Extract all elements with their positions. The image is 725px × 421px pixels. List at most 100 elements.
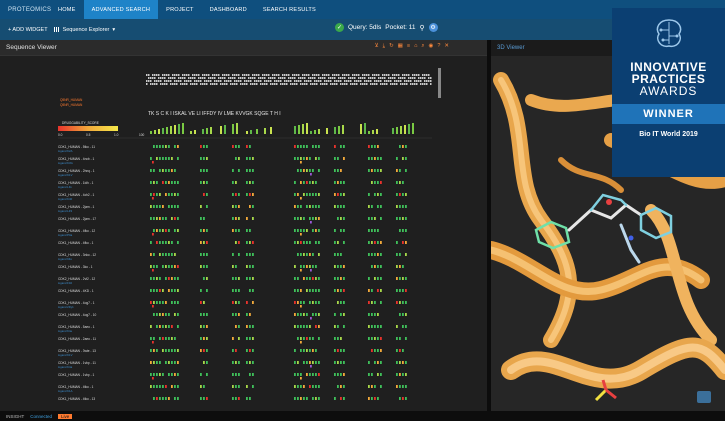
- residue-cell: [303, 313, 305, 316]
- overview-mark: [384, 74, 386, 76]
- residue-cell: [318, 337, 320, 340]
- residue-cell: [337, 241, 339, 244]
- refresh-icon[interactable]: ↻: [389, 43, 394, 50]
- residue-cell: [334, 241, 336, 244]
- residue-cell: [309, 241, 311, 244]
- residue-cell: [165, 217, 167, 220]
- overview-mark: [164, 83, 166, 85]
- overview-mark: [246, 83, 248, 85]
- residue-cell: [310, 365, 312, 368]
- residue-cell: [402, 277, 404, 280]
- overview-mark: [174, 77, 176, 79]
- nav-tab-0[interactable]: HOME: [50, 0, 84, 19]
- overview-mark: [218, 74, 220, 76]
- overview-mark: [204, 80, 206, 82]
- residue-cell: [168, 325, 170, 328]
- overview-mark: [296, 74, 298, 76]
- residue-cell: [203, 181, 205, 184]
- residue-cell: [168, 229, 170, 232]
- residue-cell: [309, 349, 311, 352]
- overview-mark: [284, 80, 286, 82]
- residue-cell: [380, 349, 382, 352]
- residue-cell: [200, 325, 202, 328]
- eye-icon[interactable]: ◉: [429, 43, 434, 50]
- overview-mark: [428, 74, 430, 76]
- residue-cell: [203, 157, 205, 160]
- residue-cell: [294, 205, 296, 208]
- settings-icon[interactable]: ⚙: [428, 23, 438, 32]
- widget-select[interactable]: Sequence Explorer ▾: [53, 27, 115, 33]
- profile-bar: [298, 125, 300, 134]
- status-live-badge[interactable]: Live: [58, 413, 73, 419]
- nav-tab-3[interactable]: DASHBOARD: [202, 0, 255, 19]
- residue-cell: [232, 289, 234, 292]
- residue-cell: [337, 349, 339, 352]
- overview-mark: [320, 80, 322, 82]
- lock-icon[interactable]: ⌂: [414, 43, 417, 50]
- overview-mark: [384, 83, 386, 85]
- residue-cell: [306, 289, 308, 292]
- residue-cell: [402, 385, 404, 388]
- award-line-3: AWARDS: [639, 84, 698, 98]
- overview-mark: [288, 80, 290, 82]
- fullscreen-icon[interactable]: [697, 391, 711, 403]
- nav-tab-4[interactable]: SEARCH RESULTS: [255, 0, 324, 19]
- residue-cell: [153, 193, 155, 196]
- residue-cell: [303, 241, 305, 244]
- overview-mark: [224, 74, 226, 76]
- overview-mark: [414, 80, 416, 82]
- residue-cell: [232, 205, 234, 208]
- residue-cell: [334, 313, 336, 316]
- residue-cell: [399, 217, 401, 220]
- residue-cell: [377, 253, 379, 256]
- residue-cell: [174, 313, 176, 316]
- overview-mark: [244, 74, 246, 76]
- overview-mark: [208, 77, 210, 79]
- filter-icon[interactable]: ⊻: [375, 43, 379, 50]
- residue-cell: [162, 325, 164, 328]
- residue-cell: [203, 313, 205, 316]
- residue-cell: [232, 313, 234, 316]
- residue-cell: [368, 229, 370, 232]
- zoom-icon[interactable]: ⌕: [421, 43, 424, 50]
- residue-cell: [150, 337, 152, 340]
- residue-cell: [156, 301, 158, 304]
- overview-mark: [300, 83, 302, 85]
- overview-mark: [242, 83, 244, 85]
- residue-cell: [377, 313, 379, 316]
- close-icon[interactable]: ✕: [444, 43, 449, 50]
- overview-mark: [342, 83, 344, 85]
- chart-icon[interactable]: ▦: [398, 43, 403, 50]
- add-widget-button[interactable]: + ADD WIDGET: [0, 27, 54, 33]
- profile-bar: [174, 125, 176, 134]
- residue-cell: [246, 277, 248, 280]
- residue-cell: [303, 349, 305, 352]
- align-icon[interactable]: ≡: [407, 43, 410, 50]
- overview-mark: [190, 83, 192, 85]
- nav-tab-2[interactable]: PROJECT: [158, 0, 202, 19]
- residue-cell: [343, 289, 345, 292]
- residue-cell: [312, 145, 314, 148]
- overview-mark: [174, 74, 176, 76]
- overview-mark: [320, 83, 322, 85]
- app-logo[interactable]: PROTEOMICS: [0, 0, 51, 19]
- residue-cell: [249, 169, 251, 172]
- overview-mark: [348, 77, 350, 79]
- location-pin-icon[interactable]: ⚲: [419, 24, 424, 32]
- residue-cell: [371, 325, 373, 328]
- residue-cell: [162, 385, 164, 388]
- residue-cell: [343, 397, 345, 400]
- overview-mark: [154, 77, 156, 79]
- overview-scrollbar[interactable]: [438, 68, 441, 98]
- residue-cell: [252, 193, 254, 196]
- profile-bar: [158, 129, 160, 134]
- residue-cell: [294, 349, 296, 352]
- sequence-alignment[interactable]: Q5NR_HUMANQ5NR_HUMAN TK S C K I ISKAL VE …: [0, 56, 487, 411]
- residue-cell: [396, 241, 398, 244]
- help-icon[interactable]: ?: [437, 43, 440, 50]
- residue-cell: [162, 229, 164, 232]
- residue-cell: [303, 193, 305, 196]
- download-icon[interactable]: ⤓: [383, 43, 385, 50]
- overview-mark: [190, 77, 192, 79]
- nav-tab-1[interactable]: ADVANCED SEARCH: [83, 0, 159, 19]
